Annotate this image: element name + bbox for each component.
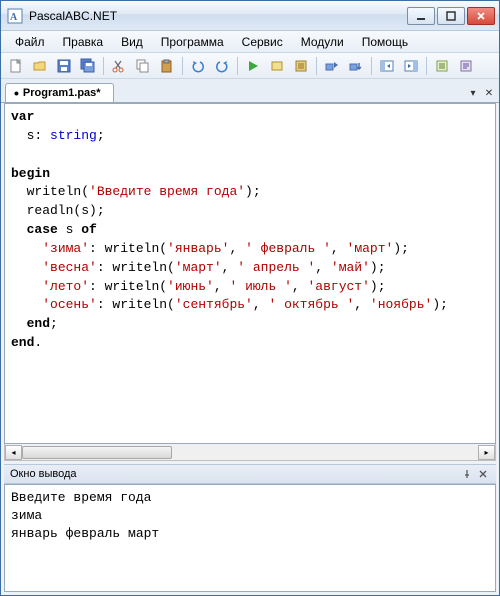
close-button[interactable] [467, 7, 495, 25]
menu-program[interactable]: Программа [153, 33, 232, 51]
close-panel-icon[interactable] [476, 467, 490, 481]
tab-label: Program1.pas* [23, 87, 101, 99]
horizontal-scrollbar[interactable]: ◂ ▸ [4, 444, 496, 461]
toggle-panel-left-button[interactable] [376, 55, 398, 77]
menu-modules[interactable]: Модули [293, 33, 352, 51]
svg-text:A: A [10, 12, 18, 23]
redo-button[interactable] [211, 55, 233, 77]
paste-button[interactable] [156, 55, 178, 77]
toolbar-separator [426, 57, 427, 75]
toolbar-separator [103, 57, 104, 75]
save-all-button[interactable] [77, 55, 99, 77]
toolbar-separator [182, 57, 183, 75]
tab-program1[interactable]: • Program1.pas* [5, 83, 114, 102]
maximize-button[interactable] [437, 7, 465, 25]
menu-view[interactable]: Вид [113, 33, 151, 51]
menu-file[interactable]: Файл [7, 33, 53, 51]
menu-service[interactable]: Сервис [234, 33, 291, 51]
pin-icon[interactable] [460, 467, 474, 481]
copy-button[interactable] [132, 55, 154, 77]
toggle-panel-right-button[interactable] [400, 55, 422, 77]
tab-close-button[interactable]: ✕ [483, 87, 495, 99]
scroll-right-button[interactable]: ▸ [478, 445, 495, 460]
menu-edit[interactable]: Правка [55, 33, 112, 51]
minimize-button[interactable] [407, 7, 435, 25]
compile-button[interactable] [290, 55, 312, 77]
step-over-button[interactable] [321, 55, 343, 77]
modified-indicator: • [14, 89, 19, 97]
toolbar-separator [237, 57, 238, 75]
tab-dropdown-button[interactable]: ▾ [467, 87, 479, 99]
run-button[interactable] [242, 55, 264, 77]
editor-area: var s: string; begin writeln('Введите вр… [1, 103, 499, 461]
toolbar-separator [316, 57, 317, 75]
titlebar[interactable]: A PascalABC.NET [1, 1, 499, 31]
toolbar [1, 53, 499, 79]
scroll-left-button[interactable]: ◂ [5, 445, 22, 460]
tabbar: • Program1.pas* ▾ ✕ [1, 79, 499, 103]
output-panel-title: Окно вывода [10, 468, 77, 480]
output-panel-header[interactable]: Окно вывода [4, 464, 496, 484]
app-window: A PascalABC.NET Файл Правка Вид Программ… [0, 0, 500, 596]
output-text: Введите время года зима январь февраль м… [5, 485, 495, 548]
open-file-button[interactable] [29, 55, 51, 77]
app-icon: A [7, 8, 23, 24]
cut-button[interactable] [108, 55, 130, 77]
toolbar-separator [371, 57, 372, 75]
undo-button[interactable] [187, 55, 209, 77]
run-no-debug-button[interactable] [266, 55, 288, 77]
window-title: PascalABC.NET [29, 9, 407, 23]
output-panel[interactable]: Введите время года зима январь февраль м… [4, 484, 496, 592]
menu-help[interactable]: Помощь [354, 33, 416, 51]
scroll-track[interactable] [22, 445, 478, 460]
new-file-button[interactable] [5, 55, 27, 77]
step-into-button[interactable] [345, 55, 367, 77]
options-button[interactable] [431, 55, 453, 77]
save-button[interactable] [53, 55, 75, 77]
code-editor[interactable]: var s: string; begin writeln('Введите вр… [4, 103, 496, 444]
menubar: Файл Правка Вид Программа Сервис Модули … [1, 31, 499, 53]
scroll-thumb[interactable] [22, 446, 172, 459]
help-button[interactable] [455, 55, 477, 77]
code-content[interactable]: var s: string; begin writeln('Введите вр… [5, 104, 495, 357]
